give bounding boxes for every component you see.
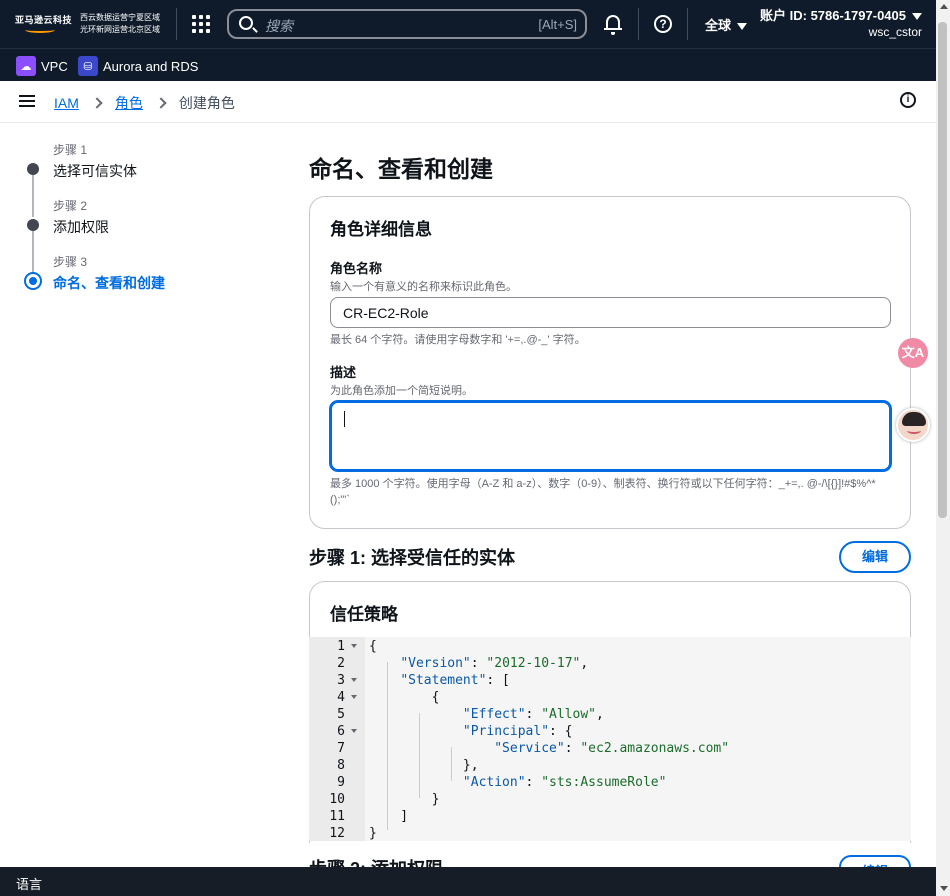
code-line: 12} <box>329 826 377 841</box>
bell-icon[interactable] <box>604 15 622 35</box>
code-line: 8 }, <box>337 758 479 773</box>
breadcrumb-roles[interactable]: 角色 <box>115 93 143 113</box>
description-textarea[interactable] <box>330 401 891 471</box>
caret-down-icon <box>912 13 922 21</box>
help-icon[interactable]: ? <box>654 15 672 33</box>
favorite-rds[interactable]: ⛁ Aurora and RDS <box>78 56 198 76</box>
trust-policy-code[interactable]: 1{ 2 "Version": "2012-10-17", 3 "Stateme… <box>309 637 911 841</box>
logo-text: 亚马逊云科技 <box>15 16 73 26</box>
username[interactable]: wsc_cstor <box>869 25 922 39</box>
step-3: 步骤 3 命名、查看和创建 <box>24 253 165 293</box>
breadcrumb-bar: IAM 角色 创建角色 i <box>0 81 936 123</box>
region-line-1: 西云数据运营宁夏区域 <box>80 13 160 22</box>
divider <box>638 8 639 40</box>
fold-icon <box>351 678 357 682</box>
edit-step2-button[interactable]: 编辑 <box>839 855 911 867</box>
divider <box>687 8 688 40</box>
footer-bar: 语言 <box>0 867 936 896</box>
search-input[interactable]: 搜索 <box>265 16 293 36</box>
code-line: 10 } <box>329 792 440 807</box>
fold-icon <box>351 695 357 699</box>
description-desc: 为此角色添加一个简短说明。 <box>330 385 473 397</box>
description-label: 描述 <box>330 365 357 380</box>
role-details-card: 角色详细信息 角色名称 输入一个有意义的名称来标识此角色。 CR-EC2-Rol… <box>309 196 911 529</box>
code-line: 11 ] <box>329 809 409 824</box>
aws-china-logo[interactable]: 亚马逊云科技 <box>15 13 73 35</box>
services-grid-icon[interactable] <box>192 15 210 33</box>
scrollbar-thumb[interactable] <box>938 22 947 518</box>
fold-icon <box>351 644 357 648</box>
edit-step1-button[interactable]: 编辑 <box>839 541 911 573</box>
trust-policy-heading: 信任策略 <box>330 605 398 624</box>
code-line: 4 { <box>337 690 440 705</box>
assistant-avatar[interactable] <box>896 408 930 442</box>
translate-icon[interactable]: 文A <box>898 338 928 368</box>
search-box[interactable]: 搜索 [Alt+S] <box>227 9 587 39</box>
chevron-right-icon <box>155 97 167 109</box>
breadcrumb-iam[interactable]: IAM <box>54 95 79 111</box>
chevron-right-icon <box>91 97 103 109</box>
caret-down-icon <box>737 23 748 31</box>
role-name-field: 角色名称 输入一个有意义的名称来标识此角色。 <box>330 258 892 294</box>
code-line: 1{ <box>337 639 377 654</box>
role-name-input[interactable]: CR-EC2-Role <box>330 297 891 328</box>
description-field: 描述 为此角色添加一个简短说明。 <box>330 362 892 398</box>
role-name-hint: 最长 64 个字符。请使用字母数字和 '+=,.@-_' 字符。 <box>330 334 586 346</box>
favorite-vpc[interactable]: ☁ VPC <box>16 56 68 76</box>
account-menu[interactable]: 账户 ID: 5786-1797-0405 <box>760 5 922 24</box>
breadcrumb: IAM 角色 创建角色 <box>54 93 235 113</box>
breadcrumb-current: 创建角色 <box>178 95 235 111</box>
scroll-down-icon[interactable] <box>940 886 948 891</box>
step2-heading: 步骤 2: 添加权限 <box>309 855 443 867</box>
step-2[interactable]: 步骤 2 添加权限 <box>24 197 109 273</box>
description-hint: 最多 1000 个字符。使用字母（A-Z 和 a-z）、数字（0-9）、制表符、… <box>330 478 876 506</box>
code-line: 5 "Effect": "Allow", <box>337 707 604 722</box>
fold-icon <box>351 729 357 733</box>
role-details-heading: 角色详细信息 <box>330 220 432 239</box>
code-line: 7 "Service": "ec2.amazonaws.com" <box>337 741 730 756</box>
page-title: 命名、查看和创建 <box>309 156 493 182</box>
info-icon[interactable]: i <box>900 92 916 108</box>
smile-icon <box>25 27 55 33</box>
code-line: 9 "Action": "sts:AssumeRole" <box>337 775 667 790</box>
region-line-2: 光环新网运营北京区域 <box>80 25 160 34</box>
rds-icon: ⛁ <box>78 56 98 76</box>
search-icon <box>239 16 253 30</box>
step-1[interactable]: 步骤 1 选择可信实体 <box>24 141 137 217</box>
menu-icon[interactable] <box>19 95 35 107</box>
step-complete-icon <box>27 219 39 231</box>
step-active-icon <box>24 272 42 290</box>
region-selector[interactable]: 全球 <box>705 15 748 34</box>
divider <box>176 8 177 40</box>
code-line: 6 "Principal": { <box>337 724 573 739</box>
language-selector[interactable]: 语言 <box>16 877 42 892</box>
role-name-desc: 输入一个有意义的名称来标识此角色。 <box>330 281 517 293</box>
search-shortcut: [Alt+S] <box>538 17 577 32</box>
favorites-bar: ☁ VPC ⛁ Aurora and RDS <box>0 48 936 81</box>
step1-heading: 步骤 1: 选择受信任的实体 <box>309 548 516 568</box>
top-nav-bar: 亚马逊云科技 西云数据运营宁夏区域 光环新网运营北京区域 搜索 [Alt+S] … <box>0 0 936 48</box>
scroll-up-icon[interactable] <box>940 4 948 9</box>
role-name-label: 角色名称 <box>330 261 383 276</box>
code-line: 3 "Statement": [ <box>337 673 510 688</box>
code-line: 2 "Version": "2012-10-17", <box>337 656 589 671</box>
step-complete-icon <box>27 163 39 175</box>
region-info: 西云数据运营宁夏区域 光环新网运营北京区域 <box>80 12 160 36</box>
text-cursor <box>344 411 345 427</box>
vpc-icon: ☁ <box>16 56 36 76</box>
